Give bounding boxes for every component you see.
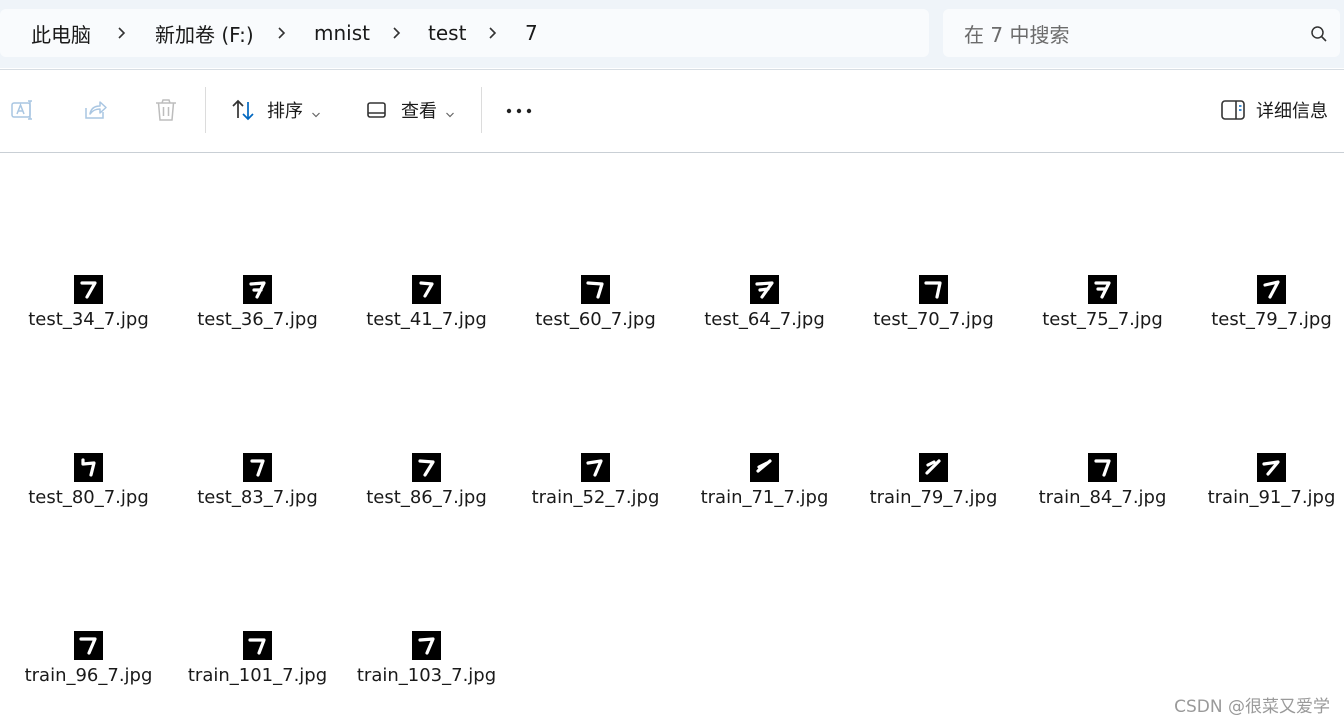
file-item[interactable]: test_60_7.jpg	[511, 275, 680, 347]
image-thumbnail	[243, 453, 272, 482]
breadcrumb-item-test[interactable]: test	[428, 21, 466, 45]
image-thumbnail	[74, 631, 103, 660]
details-pane-button[interactable]: 详细信息	[1219, 94, 1328, 126]
file-item[interactable]: test_36_7.jpg	[173, 275, 342, 347]
file-name: test_60_7.jpg	[535, 309, 656, 330]
chevron-right-icon[interactable]	[115, 26, 129, 40]
image-thumbnail	[919, 275, 948, 304]
file-item[interactable]: test_86_7.jpg	[342, 453, 511, 525]
file-item[interactable]: test_70_7.jpg	[849, 275, 1018, 347]
file-item[interactable]: train_79_7.jpg	[849, 453, 1018, 525]
chevron-right-icon[interactable]	[275, 26, 289, 40]
image-thumbnail	[1088, 275, 1117, 304]
file-item[interactable]: train_71_7.jpg	[680, 453, 849, 525]
file-name: train_103_7.jpg	[356, 665, 497, 686]
image-thumbnail	[1257, 453, 1286, 482]
chevron-down-icon	[445, 105, 455, 118]
address-bar-row: 此电脑 新加卷 (F:) mnist test 7 在 7 中搜索	[0, 0, 1344, 68]
file-item[interactable]: train_103_7.jpg	[342, 631, 511, 703]
file-name: test_36_7.jpg	[197, 309, 318, 330]
file-name: test_41_7.jpg	[366, 309, 487, 330]
chevron-right-icon[interactable]	[486, 26, 500, 40]
file-name: train_96_7.jpg	[24, 665, 153, 686]
breadcrumb-item-7[interactable]: 7	[525, 21, 538, 45]
sort-label: 排序	[267, 101, 303, 122]
search-input[interactable]: 在 7 中搜索	[943, 9, 1340, 57]
file-item[interactable]: test_34_7.jpg	[4, 275, 173, 347]
sort-button[interactable]: 排序	[229, 94, 321, 126]
file-name: train_101_7.jpg	[187, 665, 328, 686]
image-thumbnail	[1088, 453, 1117, 482]
delete-icon[interactable]	[152, 96, 180, 124]
image-thumbnail	[581, 275, 610, 304]
file-item[interactable]: test_80_7.jpg	[4, 453, 173, 525]
image-thumbnail	[412, 631, 441, 660]
file-item[interactable]: test_75_7.jpg	[1018, 275, 1187, 347]
file-name: test_80_7.jpg	[28, 487, 149, 508]
image-thumbnail	[74, 275, 103, 304]
file-name: train_52_7.jpg	[531, 487, 660, 508]
watermark: CSDN @很菜又爱学	[1174, 697, 1330, 717]
sort-icon	[229, 96, 257, 124]
more-options-icon[interactable]	[505, 97, 533, 125]
view-label: 查看	[401, 101, 437, 122]
file-name: test_83_7.jpg	[197, 487, 318, 508]
file-name: test_75_7.jpg	[1042, 309, 1163, 330]
toolbar-divider	[481, 87, 482, 133]
share-icon[interactable]	[81, 96, 109, 124]
image-thumbnail	[750, 275, 779, 304]
image-thumbnail	[412, 275, 441, 304]
image-thumbnail	[919, 453, 948, 482]
file-name: test_79_7.jpg	[1211, 309, 1332, 330]
view-button[interactable]: 查看	[365, 94, 455, 126]
breadcrumb-item-mnist[interactable]: mnist	[314, 21, 370, 45]
file-name: test_86_7.jpg	[366, 487, 487, 508]
image-thumbnail	[750, 453, 779, 482]
file-item[interactable]: train_96_7.jpg	[4, 631, 173, 703]
file-item[interactable]: test_41_7.jpg	[342, 275, 511, 347]
toolbar-divider	[205, 87, 206, 133]
file-name: test_34_7.jpg	[28, 309, 149, 330]
search-icon[interactable]	[1310, 25, 1328, 43]
search-placeholder: 在 7 中搜索	[964, 22, 1070, 47]
image-thumbnail	[581, 453, 610, 482]
file-name: test_64_7.jpg	[704, 309, 825, 330]
file-name: train_79_7.jpg	[869, 487, 998, 508]
breadcrumb-item-this-pc[interactable]: 此电脑	[31, 19, 91, 48]
chevron-right-icon[interactable]	[390, 26, 404, 40]
file-item[interactable]: train_52_7.jpg	[511, 453, 680, 525]
view-icon	[365, 98, 389, 122]
image-thumbnail	[243, 631, 272, 660]
file-name: test_70_7.jpg	[873, 309, 994, 330]
chevron-down-icon	[311, 105, 321, 118]
image-thumbnail	[243, 275, 272, 304]
file-item[interactable]: test_64_7.jpg	[680, 275, 849, 347]
file-name: train_84_7.jpg	[1038, 487, 1167, 508]
breadcrumb[interactable]: 此电脑 新加卷 (F:) mnist test 7	[0, 9, 929, 57]
image-thumbnail	[74, 453, 103, 482]
file-name: train_91_7.jpg	[1207, 487, 1336, 508]
file-name: train_71_7.jpg	[700, 487, 829, 508]
rename-icon[interactable]	[9, 96, 37, 124]
file-item[interactable]: train_84_7.jpg	[1018, 453, 1187, 525]
command-bar: 排序 查看 详细信息	[0, 69, 1344, 153]
file-item[interactable]: test_83_7.jpg	[173, 453, 342, 525]
image-thumbnail	[412, 453, 441, 482]
file-item[interactable]: test_79_7.jpg	[1187, 275, 1344, 347]
breadcrumb-item-drive[interactable]: 新加卷 (F:)	[155, 19, 254, 48]
image-thumbnail	[1257, 275, 1286, 304]
details-pane-icon	[1219, 98, 1247, 122]
file-item[interactable]: train_101_7.jpg	[173, 631, 342, 703]
details-pane-label: 详细信息	[1256, 101, 1328, 122]
file-item[interactable]: train_91_7.jpg	[1187, 453, 1344, 525]
